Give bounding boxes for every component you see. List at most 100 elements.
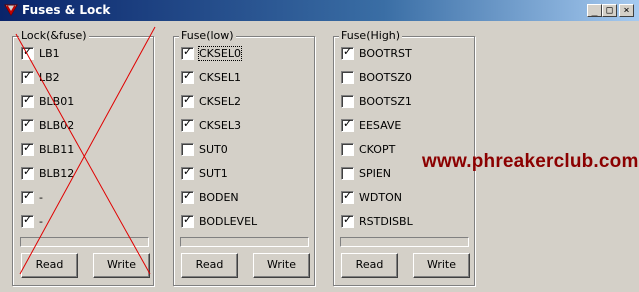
fuse-low-checkbox-row[interactable]: ✓ BODEN (181, 189, 306, 206)
fuse-high-checkbox[interactable]: ✓ (341, 117, 354, 132)
fuse-low-checkbox-label: SUT0 (199, 143, 228, 156)
fuse-high-checkbox-label: CKOPT (359, 143, 396, 156)
fuse-low-checkbox-row[interactable]: ✓ CKSEL1 (181, 69, 306, 86)
fuse-low-checkbox[interactable]: ✓ (181, 45, 194, 60)
checkmark-icon: ✓ (23, 117, 33, 130)
checkmark-icon: ✓ (343, 189, 353, 202)
group-fuse-high-label: Fuse(High) (339, 29, 403, 42)
fuse-low-checkbox-label: SUT1 (199, 167, 228, 180)
group-lock-label: Lock(&fuse) (19, 29, 89, 42)
fuse-low-checkbox-label: CKSEL1 (199, 71, 241, 84)
fuse-high-checkbox[interactable]: ✓ (341, 189, 354, 204)
fuse-high-checkbox[interactable] (341, 95, 354, 108)
lock-checkbox-label: - (39, 215, 43, 228)
fuse-low-checkbox-row[interactable]: ✓ CKSEL0 (181, 45, 306, 62)
fuse-high-checkbox-label: WDTON (359, 191, 402, 204)
fuse-high-checkbox[interactable] (341, 71, 354, 84)
checkmark-icon: ✓ (343, 213, 353, 226)
lock-checkbox-row[interactable]: ✓ BLB11 (21, 141, 146, 158)
title-bar[interactable]: Fuses & Lock _ □ × (0, 0, 639, 21)
maximize-button[interactable]: □ (602, 4, 617, 17)
lock-progress-bar (20, 237, 149, 247)
fuse-high-checkbox-label: BOOTSZ1 (359, 95, 412, 108)
checkmark-icon: ✓ (183, 213, 193, 226)
fuse-high-checkbox-label: BOOTRST (359, 47, 412, 60)
lock-checkbox-label: BLB02 (39, 119, 75, 132)
checkmark-icon: ✓ (183, 69, 193, 82)
lock-checkbox-row[interactable]: ✓ - (21, 213, 146, 230)
lock-checkbox-row[interactable]: ✓ BLB12 (21, 165, 146, 182)
fuse-low-checkbox-label: BODLEVEL (199, 215, 258, 228)
checkmark-icon: ✓ (23, 165, 33, 178)
lock-checkbox[interactable]: ✓ (21, 117, 34, 132)
fuse-high-checkbox-row[interactable]: ✓ BOOTRST (341, 45, 466, 62)
watermark-text: www.phreakerclub.com (422, 151, 639, 172)
fuse-high-read-button[interactable]: Read (341, 253, 398, 278)
lock-checkbox[interactable]: ✓ (21, 213, 34, 228)
fuse-low-checkbox[interactable] (181, 143, 194, 156)
minimize-button[interactable]: _ (587, 4, 602, 17)
lock-checkbox-label: BLB12 (39, 167, 75, 180)
checkmark-icon: ✓ (23, 213, 33, 226)
fuse-high-checkbox[interactable] (341, 167, 354, 180)
fuse-low-read-button[interactable]: Read (181, 253, 238, 278)
app-icon (4, 4, 18, 16)
fuse-low-checkbox-row[interactable]: ✓ CKSEL2 (181, 93, 306, 110)
fuse-high-checkbox[interactable] (341, 143, 354, 156)
close-button[interactable]: × (619, 4, 634, 17)
lock-checkbox[interactable]: ✓ (21, 189, 34, 204)
fuse-low-checkbox[interactable]: ✓ (181, 117, 194, 132)
fuse-low-checkbox-row[interactable]: ✓ BODLEVEL (181, 213, 306, 230)
fuse-high-checkbox-row[interactable]: BOOTSZ0 (341, 70, 466, 86)
lock-checkbox-label: LB1 (39, 47, 60, 60)
fuse-high-progress-bar (340, 237, 469, 247)
fuse-low-checkbox-row[interactable]: ✓ CKSEL3 (181, 117, 306, 134)
fuse-high-checkbox-row[interactable]: ✓ EESAVE (341, 117, 466, 134)
lock-write-button[interactable]: Write (93, 253, 150, 278)
lock-read-button[interactable]: Read (21, 253, 78, 278)
fuse-high-checkbox[interactable]: ✓ (341, 45, 354, 60)
lock-checkbox[interactable]: ✓ (21, 165, 34, 180)
fuse-high-checkbox-label: SPIEN (359, 167, 392, 180)
lock-checkbox-row[interactable]: ✓ LB1 (21, 45, 146, 62)
group-fuse-low-label: Fuse(low) (179, 29, 236, 42)
fuse-low-checkbox[interactable]: ✓ (181, 93, 194, 108)
lock-checkbox[interactable]: ✓ (21, 141, 34, 156)
fuse-high-checkbox-row[interactable]: ✓ WDTON (341, 189, 466, 206)
fuse-low-checkbox-row[interactable]: ✓ SUT1 (181, 165, 306, 182)
fuse-high-checkbox-label: BOOTSZ0 (359, 71, 412, 84)
lock-checkbox-row[interactable]: ✓ - (21, 189, 146, 206)
fuse-high-write-button[interactable]: Write (413, 253, 470, 278)
fuse-low-checkbox-label: BODEN (199, 191, 239, 204)
checkmark-icon: ✓ (23, 69, 33, 82)
checkmark-icon: ✓ (183, 45, 193, 58)
checkmark-icon: ✓ (23, 141, 33, 154)
fuse-low-progress-bar (180, 237, 309, 247)
checkmark-icon: ✓ (183, 189, 193, 202)
lock-checkbox-row[interactable]: ✓ LB2 (21, 69, 146, 86)
fuse-high-checkbox-row[interactable]: ✓ RSTDISBL (341, 213, 466, 230)
lock-checkbox-label: BLB11 (39, 143, 75, 156)
lock-checkbox-label: BLB01 (39, 95, 75, 108)
fuse-low-write-button[interactable]: Write (253, 253, 310, 278)
checkmark-icon: ✓ (23, 45, 33, 58)
fuse-low-checkbox[interactable]: ✓ (181, 165, 194, 180)
lock-checkbox-label: LB2 (39, 71, 60, 84)
fuse-low-checkbox-label: CKSEL3 (199, 119, 241, 132)
lock-checkbox-row[interactable]: ✓ BLB01 (21, 93, 146, 110)
checkmark-icon: ✓ (183, 93, 193, 106)
lock-checkbox[interactable]: ✓ (21, 93, 34, 108)
checkmark-icon: ✓ (183, 165, 193, 178)
lock-checkbox[interactable]: ✓ (21, 69, 34, 84)
fuse-low-checkbox[interactable]: ✓ (181, 189, 194, 204)
fuse-high-checkbox-row[interactable]: BOOTSZ1 (341, 94, 466, 110)
fuse-low-checkbox-row[interactable]: SUT0 (181, 142, 306, 158)
lock-checkbox-label: - (39, 191, 43, 204)
lock-checkbox-row[interactable]: ✓ BLB02 (21, 117, 146, 134)
fuse-low-checkbox[interactable]: ✓ (181, 69, 194, 84)
fuse-high-checkbox[interactable]: ✓ (341, 213, 354, 228)
fuse-low-checkbox[interactable]: ✓ (181, 213, 194, 228)
fuse-low-checkbox-label: CKSEL2 (199, 95, 241, 108)
lock-checkbox[interactable]: ✓ (21, 45, 34, 60)
checkmark-icon: ✓ (183, 117, 193, 130)
